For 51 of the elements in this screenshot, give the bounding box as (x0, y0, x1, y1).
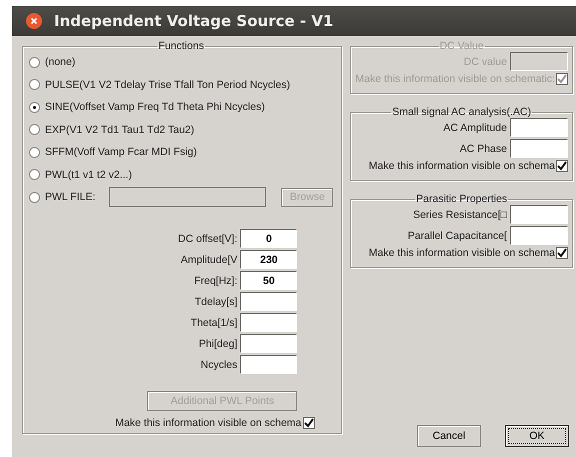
close-icon[interactable] (26, 13, 42, 29)
field-label: Series Resistance[□ (413, 208, 507, 220)
field-label: DC value (464, 56, 507, 68)
field-label: AC Phase (460, 142, 507, 154)
input-field[interactable] (240, 334, 298, 353)
radio-button[interactable] (29, 79, 40, 90)
group-title: Small signal AC analysis(.AC) (391, 106, 532, 118)
field-label: AC Amplitude (443, 122, 507, 134)
radio-button[interactable] (29, 146, 40, 158)
checkbox-label: Make this information visible on schema (368, 160, 555, 172)
input-field[interactable] (510, 226, 568, 245)
input-field[interactable] (240, 313, 298, 332)
field-label: Amplitude[V (180, 254, 238, 266)
field-label: DC offset[V]: (178, 232, 238, 244)
group-title: Functions (157, 40, 205, 52)
input-field[interactable] (240, 355, 298, 374)
option-label[interactable]: PULSE(V1 V2 Tdelay Trise Tfall Ton Period Ncycles) (45, 78, 290, 90)
file-field[interactable] (109, 187, 266, 207)
input-field[interactable]: 50 (240, 271, 298, 290)
field-label: Phi[deg] (198, 338, 238, 350)
input-field[interactable] (240, 292, 298, 311)
input-field[interactable] (510, 139, 568, 158)
input-field[interactable]: 0 (240, 229, 298, 248)
group-title: Parasitic Properties (415, 193, 508, 205)
radio-button[interactable] (29, 124, 40, 135)
input-field[interactable] (510, 118, 568, 137)
dialog-button[interactable]: OK (504, 425, 569, 447)
radio-button[interactable] (29, 102, 40, 112)
group-title: DC Value (438, 40, 485, 52)
option-label[interactable]: SFFM(Voff Vamp Fcar MDI Fsig) (45, 146, 197, 158)
checkbox-label: Make this information visible on schema (368, 247, 555, 259)
option-label[interactable]: (none) (45, 56, 76, 68)
window-title: Independent Voltage Source - V1 (54, 12, 334, 30)
radio-button[interactable] (29, 169, 40, 180)
field-label: Ncycles (200, 358, 238, 370)
field-label: Theta[1/s] (190, 316, 238, 328)
field-label: Freq[Hz]: (194, 274, 238, 286)
input-field[interactable] (510, 205, 568, 224)
checkbox[interactable] (556, 247, 568, 259)
checkbox[interactable] (556, 160, 568, 172)
radio-button[interactable] (29, 56, 40, 68)
option-label[interactable]: SINE(Voffset Vamp Freq Td Theta Phi Ncycles) (45, 101, 265, 113)
input-field[interactable]: 230 (240, 250, 298, 269)
option-label[interactable]: PWL(t1 v1 t2 v2...) (45, 168, 132, 180)
checkbox-label: Make this information visible on schematic: (355, 73, 555, 85)
dialog-button[interactable]: Cancel (416, 425, 481, 447)
checkbox-label: Make this information visible on schema (115, 417, 302, 429)
option-label[interactable]: EXP(V1 V2 Td1 Tau1 Td2 Tau2) (45, 124, 194, 136)
field-label: Parallel Capacitance[ (408, 230, 507, 242)
checkbox[interactable] (303, 417, 316, 429)
field-label: Tdelay[s] (194, 296, 238, 308)
